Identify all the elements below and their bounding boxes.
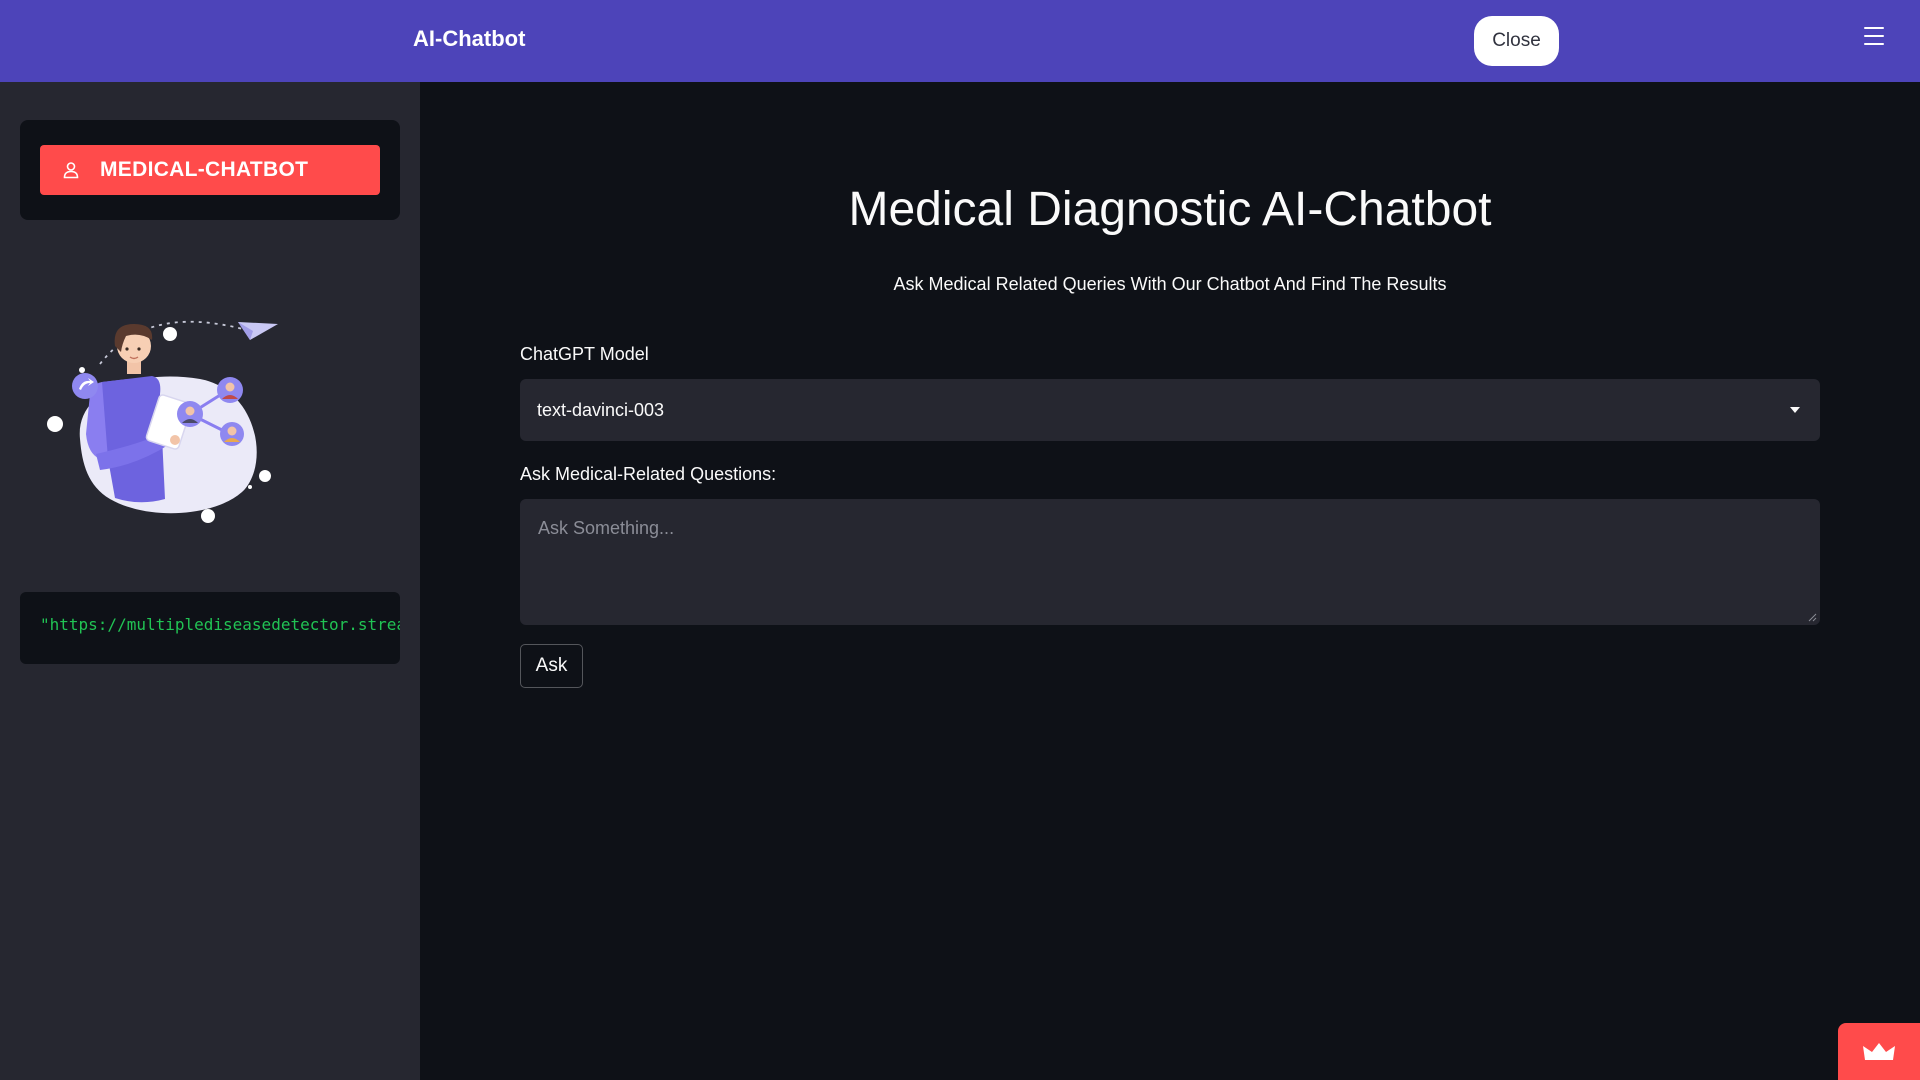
main-content: Medical Diagnostic AI-Chatbot Ask Medica… (420, 82, 1920, 1080)
resize-handle-icon[interactable] (1807, 612, 1817, 622)
chevron-down-icon (1790, 407, 1800, 413)
crown-icon (1863, 1042, 1895, 1060)
close-button[interactable]: Close (1474, 16, 1559, 66)
sidebar-nav-menu: MEDICAL-CHATBOT (20, 120, 400, 220)
page-title: Medical Diagnostic AI-Chatbot (848, 183, 1492, 236)
person-icon (63, 162, 79, 179)
header-bar: AI-Chatbot Close (0, 0, 1920, 82)
sidebar-item-medical-chatbot[interactable]: MEDICAL-CHATBOT (40, 145, 380, 195)
menu-line (1864, 27, 1884, 29)
question-input[interactable] (520, 499, 1820, 625)
code-block: "https://multiplediseasedetector.streaml… (20, 592, 400, 664)
menu-line (1864, 43, 1884, 45)
url-code-text: "https://multiplediseasedetector.streaml… (40, 615, 400, 634)
model-select-value: text-davinci-003 (537, 399, 665, 420)
streamlit-badge[interactable] (1838, 1023, 1920, 1080)
chatbot-illustration (47, 320, 278, 523)
hamburger-icon[interactable] (1862, 24, 1886, 48)
question-input-label: Ask Medical-Related Questions: (520, 464, 777, 484)
model-select[interactable]: text-davinci-003 (520, 379, 1820, 441)
app-title: AI-Chatbot (413, 26, 526, 51)
model-select-label: ChatGPT Model (520, 344, 649, 364)
menu-line (1864, 35, 1884, 37)
ask-button[interactable]: Ask (520, 644, 583, 688)
page-subtitle: Ask Medical Related Queries With Our Cha… (893, 274, 1447, 294)
sidebar: MEDICAL-CHATBOT "https://multipledisease… (0, 82, 420, 1080)
sidebar-item-label: MEDICAL-CHATBOT (100, 158, 309, 181)
